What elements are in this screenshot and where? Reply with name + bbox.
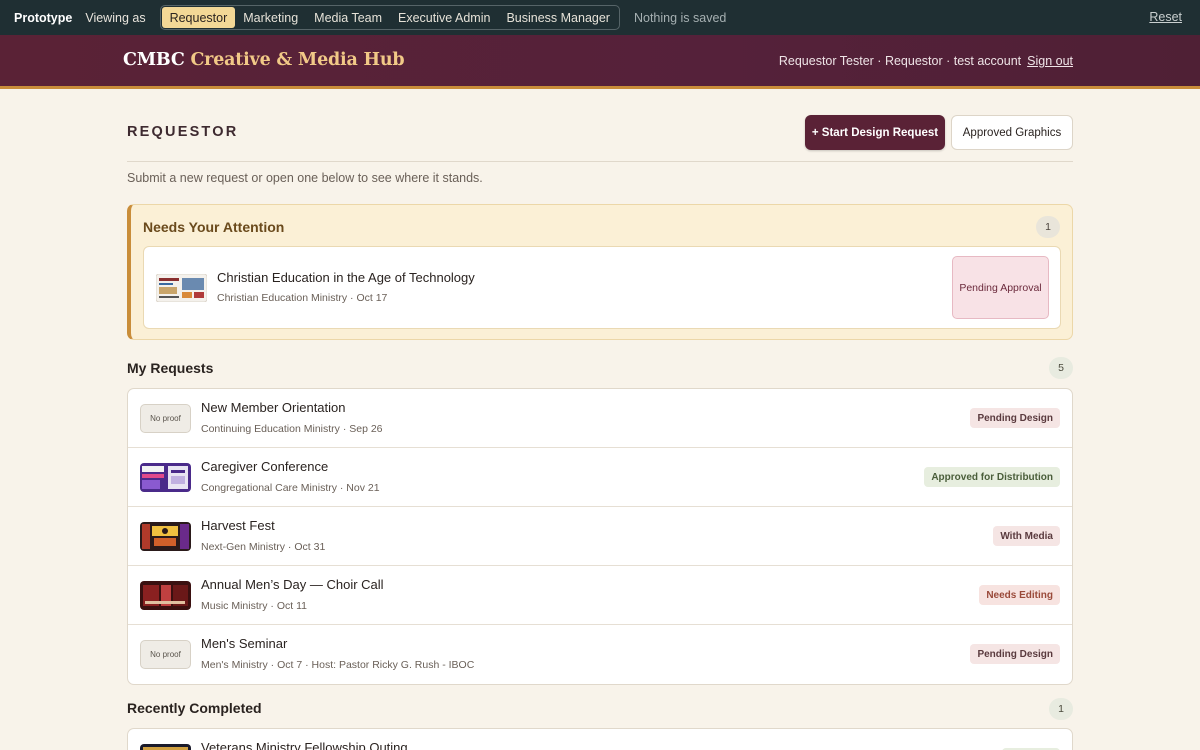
prototype-label: Prototype	[14, 10, 73, 25]
request-title: Veterans Ministry Fellowship Outing	[201, 740, 408, 750]
status-badge[interactable]: Pending Approval	[952, 256, 1049, 319]
proof-thumbnail	[140, 744, 191, 750]
list-item[interactable]: Caregiver Conference Congregational Care…	[128, 448, 1072, 507]
divider	[127, 161, 1073, 162]
brand-logo[interactable]: CMBC Creative & Media Hub	[123, 50, 405, 70]
request-title: Caregiver Conference	[201, 459, 329, 474]
sign-out-link[interactable]: Sign out	[1027, 54, 1073, 68]
role-tab-marketing[interactable]: Marketing	[235, 7, 306, 28]
viewing-as-label: Viewing as	[85, 10, 146, 25]
proof-thumbnail	[140, 463, 191, 492]
reset-link[interactable]: Reset	[1149, 10, 1182, 24]
proof-thumbnail	[140, 581, 191, 610]
role-switcher: Requestor Marketing Media Team Executive…	[159, 5, 620, 30]
proof-thumbnail	[156, 274, 207, 302]
my-requests-count-badge: 5	[1049, 357, 1073, 379]
user-details: Requestor Tester · Requestor · test acco…	[778, 54, 1022, 68]
no-proof-placeholder: No proof	[140, 640, 191, 669]
status-badge: Pending Design	[970, 408, 1060, 428]
completed-request-card[interactable]: Veterans Ministry Fellowship Outing	[127, 728, 1073, 750]
request-title: New Member Orientation	[201, 400, 346, 415]
role-tab-requestor[interactable]: Requestor	[161, 7, 236, 28]
request-meta: Congregational Care Ministry · Nov 21	[201, 482, 380, 494]
brand-accent: Creative & Media Hub	[190, 50, 405, 70]
my-requests-title: My Requests	[127, 360, 214, 376]
role-tab-business-manager[interactable]: Business Manager	[498, 7, 618, 28]
request-title: Harvest Fest	[201, 518, 275, 533]
intro-text: Submit a new request or open one below t…	[127, 171, 483, 185]
prototype-bar: Prototype Viewing as Requestor Marketing…	[0, 0, 1200, 35]
my-requests-list: No proof New Member Orientation Continui…	[127, 388, 1073, 685]
user-info: Requestor Tester · Requestor · test acco…	[779, 54, 1073, 68]
recently-completed-count-badge: 1	[1049, 698, 1073, 720]
app-header: CMBC Creative & Media Hub Requestor Test…	[0, 35, 1200, 89]
page-title: REQUESTOR	[127, 124, 239, 140]
status-badge: Pending Design	[970, 644, 1060, 664]
list-item[interactable]: No proof Men's Seminar Men's Ministry · …	[128, 625, 1072, 684]
role-tab-media-team[interactable]: Media Team	[306, 7, 390, 28]
list-item[interactable]: No proof New Member Orientation Continui…	[128, 389, 1072, 448]
brand-main: CMBC	[123, 50, 185, 70]
start-design-request-button[interactable]: + Start Design Request	[805, 115, 945, 150]
save-status: Nothing is saved	[633, 10, 727, 25]
request-title: Christian Education in the Age of Techno…	[217, 270, 475, 285]
status-badge: Needs Editing	[979, 585, 1060, 605]
request-meta: Continuing Education Ministry · Sep 26	[201, 423, 383, 435]
request-meta: Next-Gen Ministry · Oct 31	[201, 541, 326, 553]
request-title: Annual Men’s Day — Choir Call	[201, 577, 384, 592]
attention-request-card[interactable]: Christian Education in the Age of Techno…	[143, 246, 1061, 329]
no-proof-placeholder: No proof	[140, 404, 191, 433]
request-meta: Christian Education Ministry · Oct 17	[217, 292, 388, 304]
request-meta: Music Ministry · Oct 11	[201, 600, 307, 612]
recently-completed-title: Recently Completed	[127, 700, 262, 716]
list-item[interactable]: Annual Men’s Day — Choir Call Music Mini…	[128, 566, 1072, 625]
request-title: Men's Seminar	[201, 636, 288, 651]
attention-count-badge: 1	[1036, 216, 1060, 238]
proof-thumbnail	[140, 522, 191, 551]
attention-title: Needs Your Attention	[143, 219, 285, 235]
approved-graphics-button[interactable]: Approved Graphics	[951, 115, 1073, 150]
role-tab-executive-admin[interactable]: Executive Admin	[390, 7, 498, 28]
needs-attention-panel: Needs Your Attention 1 Christian Educati…	[127, 204, 1073, 340]
request-meta: Men's Ministry · Oct 7 · Host: Pastor Ri…	[201, 659, 475, 671]
status-badge: With Media	[993, 526, 1060, 546]
status-badge: Approved for Distribution	[924, 467, 1060, 487]
list-item[interactable]: Harvest Fest Next-Gen Ministry · Oct 31 …	[128, 507, 1072, 566]
